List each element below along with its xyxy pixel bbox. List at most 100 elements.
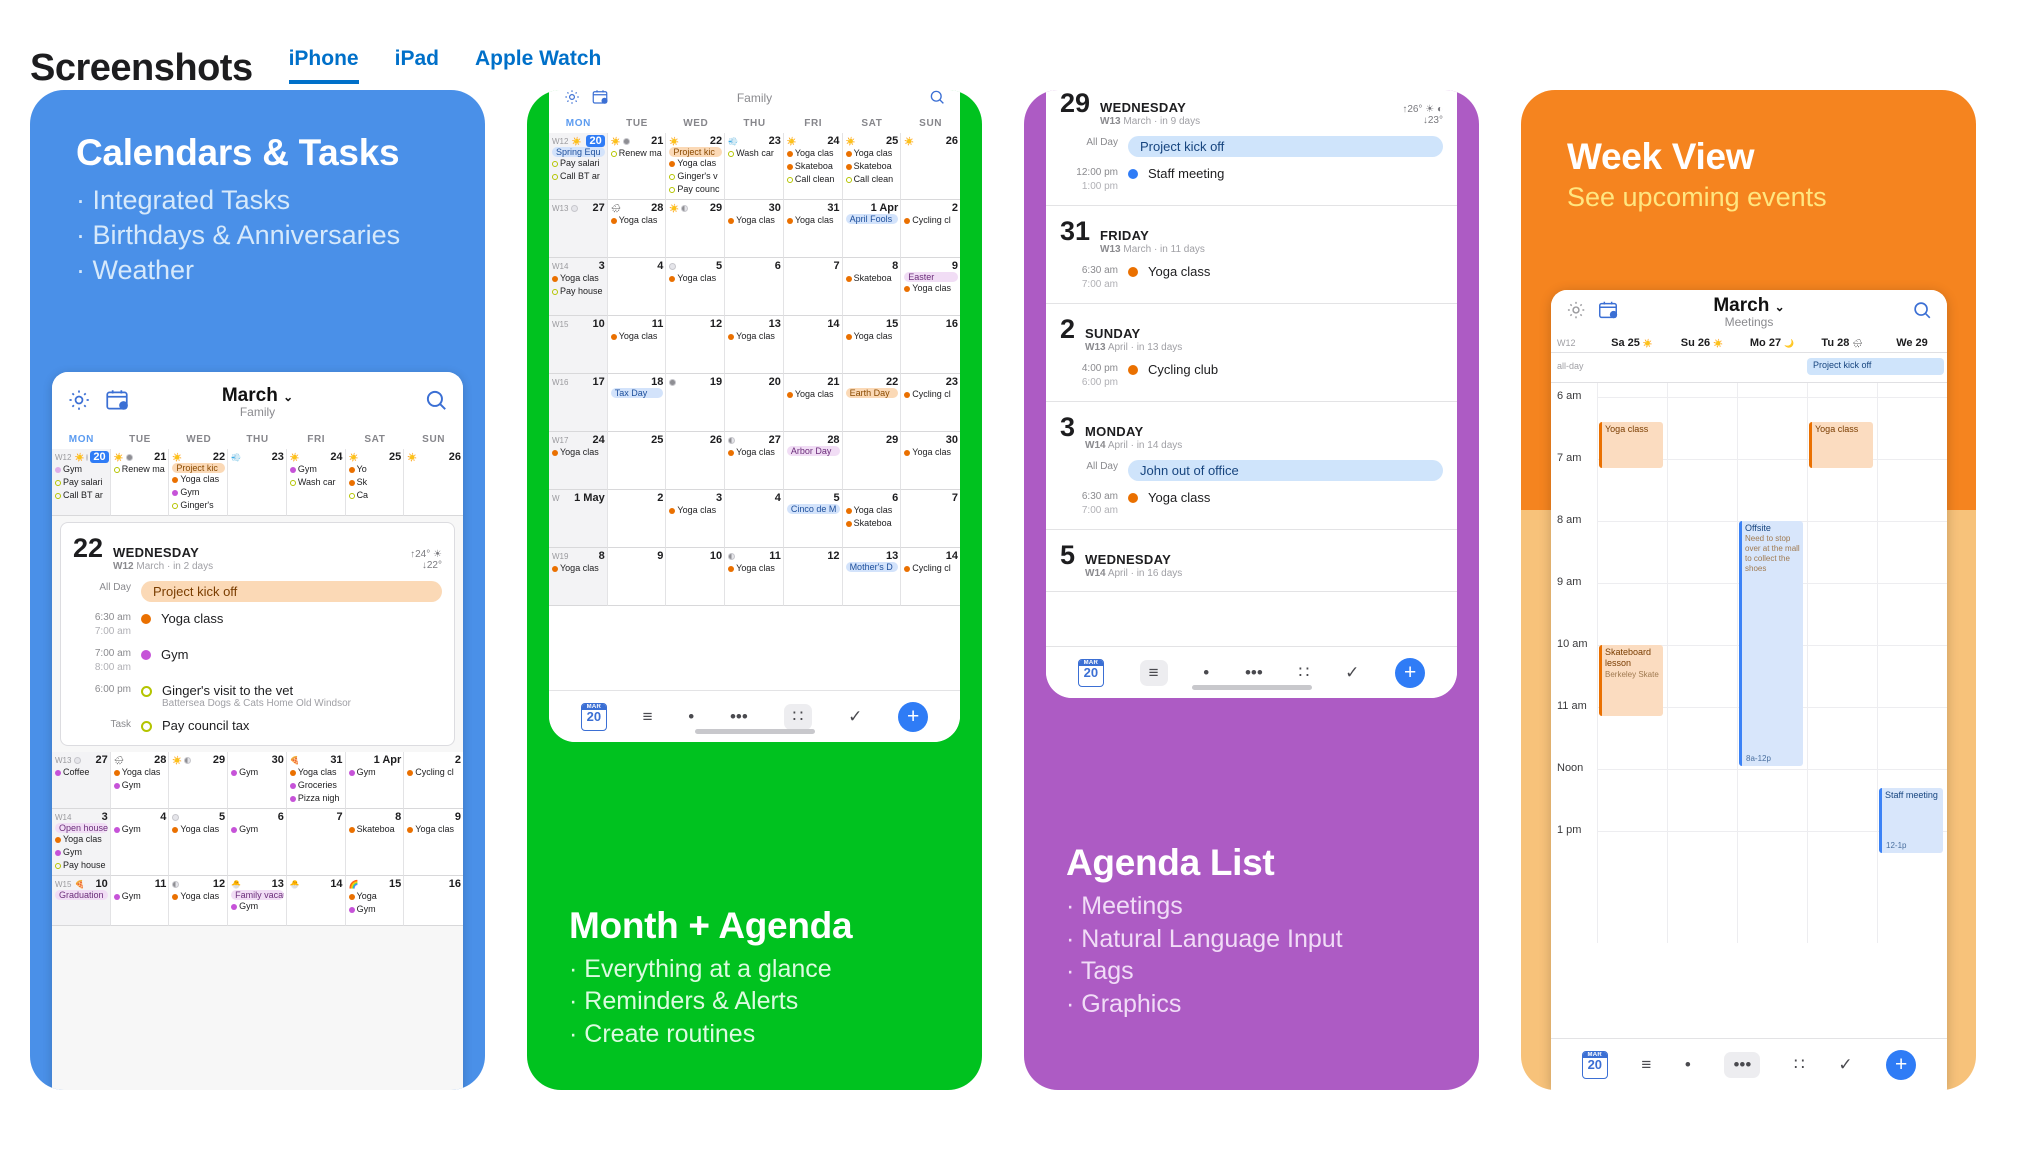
calendar-day-cell[interactable]: 8 Skateboa [842,258,902,317]
calendar-icon[interactable] [1597,299,1619,326]
screenshot-month-agenda[interactable]: Family MON TUE WED THU FRI SAT SUN W12 ☀️… [527,90,982,1090]
tabbar-grid[interactable]: ∷ [1299,663,1310,683]
calendar-day-cell[interactable]: 25 [607,432,667,491]
calendar-event-pill[interactable]: Earth Day [845,388,899,399]
calendar-event-pill[interactable]: Arbor Day [786,446,840,457]
tabbar-more[interactable]: ••• [1245,663,1263,683]
tabbar-day[interactable]: • [688,707,694,727]
screenshot-agenda-list[interactable]: 29 WEDNESDAY W13 March · in 9 days ↑26° ☀ ◐… [1024,90,1479,1090]
calendar-event-pill[interactable]: Project kic [172,463,226,473]
agenda-row[interactable]: All Day John out of office [1060,460,1443,481]
calendar-day-cell[interactable]: W13 27 Coffee [52,752,111,810]
calendar-event[interactable]: Yoga clas [172,473,225,486]
calendar-event[interactable]: Yoga clas [728,446,781,459]
calendar-day-cell[interactable]: 1 Apr Gym [345,752,405,810]
gear-icon[interactable] [1565,299,1587,326]
agenda-row[interactable]: All Day Project kick off [73,581,442,603]
week-day-header[interactable]: Tu 28 🌧 [1807,334,1877,352]
panel1-agenda-card[interactable]: 22 WEDNESDAY W12 March · in 2 days ↑24° … [60,522,455,747]
calendar-day-cell[interactable]: 16 [901,316,960,375]
calendar-event[interactable]: Renew ma [113,463,167,476]
calendar-event[interactable]: Yoga clas [786,214,840,227]
calendar-day-cell[interactable]: 10 [666,548,726,607]
search-icon[interactable] [423,387,449,418]
calendar-event[interactable]: Yoga clas [669,504,722,517]
calendar-event[interactable]: Gym [113,823,167,836]
calendar-day-cell[interactable]: 💨 23 Wash car [725,133,784,201]
panel1-month-grid-top[interactable]: W12 ☀️ 20 Gym Pay salari Call BT ar ☀️ 21 Renew … [52,449,463,517]
calendar-event[interactable]: Yoga clas [55,833,108,846]
calendar-day-cell[interactable]: 26 [666,432,726,491]
calendar-day-cell[interactable]: W19 8 Yoga clas [549,548,608,607]
calendar-day-cell[interactable]: 6 [725,258,784,317]
calendar-day-cell[interactable]: 7 [901,490,960,549]
calendar-day-cell[interactable]: ☀️ 22 Project kic Yoga clas Ginger's v Pay co… [666,133,726,201]
tabbar-list[interactable]: ≡ [1641,1055,1651,1075]
calendar-event[interactable]: Yoga clas [904,282,958,295]
calendar-event[interactable]: Yoga clas [610,330,664,343]
calendar-event[interactable]: Groceries [289,779,343,792]
calendar-day-cell[interactable]: 4 Gym [110,809,170,877]
calendar-day-cell[interactable]: 3 Yoga clas [666,490,726,549]
calendar-day-cell[interactable]: 🌧 28 Yoga clas Gym [110,752,170,810]
agenda-allday-event[interactable]: John out of office [1128,460,1443,481]
agenda-allday-event[interactable]: Project kick off [141,581,442,603]
calendar-event[interactable]: Wash car [289,476,343,489]
calendar-day-cell[interactable]: 🌧 28 Yoga clas [607,200,667,259]
calendar-event[interactable]: Gym [55,846,108,859]
panel3-tabbar[interactable]: MAR 20 ≡ • ••• ∷ ✓ + [1046,646,1457,698]
calendar-day-cell[interactable]: 1 Apr April Fools [842,200,902,259]
calendar-day-cell[interactable]: 31 Yoga clas [783,200,843,259]
panel1-agenda-rows[interactable]: All Day Project kick off 6:30 am 7:00 am Yog… [73,581,442,733]
calendar-event[interactable]: Skateboa [845,272,899,285]
calendar-day-cell[interactable]: W14 3 Open house Yoga clas Gym Pay house [52,809,111,877]
agenda-row[interactable]: All Day Project kick off [1060,136,1443,157]
calendar-event[interactable]: Yoga clas [172,890,225,903]
calendar-event[interactable]: Ginger's v [669,170,722,183]
calendar-event[interactable]: Yoga clas [552,272,605,285]
calendar-event[interactable]: Yoga clas [845,330,899,343]
calendar-day-cell[interactable]: 21 Yoga clas [783,374,843,433]
tabbar-list[interactable]: ≡ [643,707,653,727]
allday-events-area[interactable]: Project kick off [1597,353,1947,382]
calendar-day-cell[interactable]: W12 ☀️ 20 Spring Equ Pay salari Call BT ar [549,133,608,201]
calendar-day-cell[interactable]: ☀️ 25 Yo Sk Ca [345,449,405,517]
chevron-down-icon[interactable]: ⌄ [283,390,293,404]
agenda-row[interactable]: 7:00 am 8:00 am Gym [73,647,442,674]
tabbar-calendar-icon[interactable]: MAR 20 [1077,658,1104,687]
calendar-event[interactable]: Gym [348,903,402,916]
calendar-event[interactable]: Pay house [552,285,605,298]
calendar-event[interactable]: Yoga clas [669,272,722,285]
calendar-day-cell[interactable]: 20 [725,374,784,433]
calendar-event[interactable]: Pay salari [552,157,605,170]
agenda-day-section[interactable]: 2 SUNDAY W13 April · in 13 days 4:00 pm 6:00… [1046,304,1457,402]
calendar-event[interactable]: Call BT ar [552,170,605,183]
calendar-event[interactable]: Gym [289,463,343,476]
calendar-event[interactable]: Yoga clas [113,766,167,779]
week-event[interactable]: Yoga class [1599,421,1663,469]
calendar-day-cell[interactable]: W 1 May [549,490,608,549]
panel2-tabbar[interactable]: MAR 20 ≡ • ••• ∷ ✓ + [549,690,960,742]
calendar-event[interactable]: Pay salari [55,476,108,489]
calendar-day-cell[interactable]: 2 [607,490,667,549]
calendar-day-cell[interactable]: ☀️ 29 [666,200,726,259]
calendar-day-cell[interactable]: 29 [842,432,902,491]
panel4-allday-row[interactable]: all-day Project kick off [1551,353,1947,383]
calendar-event[interactable]: Gym [113,779,167,792]
calendar-event[interactable]: Yoga clas [172,823,225,836]
calendar-day-cell[interactable]: 11 Yoga clas [725,548,784,607]
calendar-day-cell[interactable]: ☀️ 24 Gym Wash car [286,449,346,517]
allday-event[interactable]: Project kick off [1807,358,1944,375]
calendar-day-cell[interactable]: 9 Easter Yoga clas [901,258,960,317]
calendar-event[interactable]: Coffee [55,766,108,779]
calendar-event[interactable]: Yoga clas [728,214,781,227]
calendar-event-pill[interactable]: Tax Day [610,388,664,399]
calendar-day-cell[interactable]: 💨 23 [228,449,287,517]
calendar-event[interactable]: Gym [113,890,167,903]
calendar-day-cell[interactable]: 19 [666,374,726,433]
tabbar-day[interactable]: • [1203,663,1209,683]
calendar-day-cell[interactable]: W15 🍕 10 Graduation [52,876,111,927]
calendar-event-pill[interactable]: Cinco de M [786,504,840,515]
tabbar-grid[interactable]: ∷ [783,703,813,730]
chevron-down-icon[interactable]: ⌄ [1775,300,1785,314]
